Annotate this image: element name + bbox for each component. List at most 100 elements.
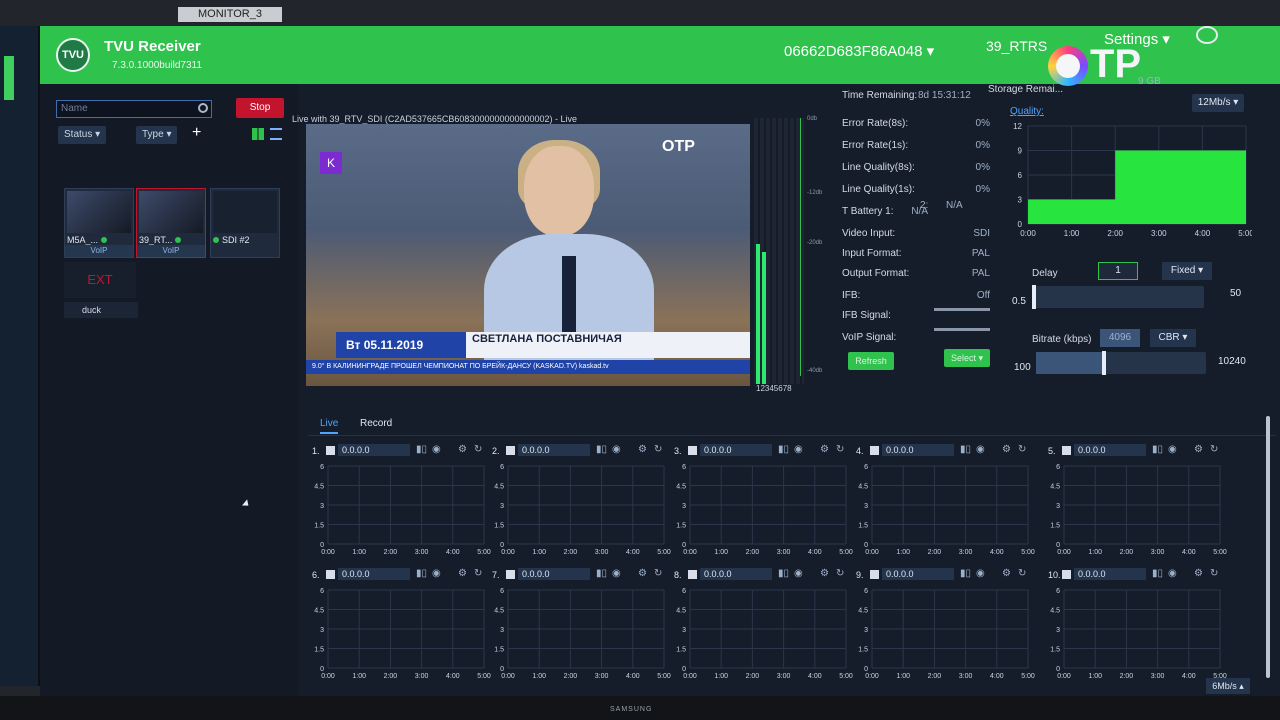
gear-icon[interactable]: ⚙	[1194, 444, 1203, 455]
channel-ip-input[interactable]: 0.0.0.0	[882, 568, 954, 580]
channel-checkbox[interactable]	[326, 570, 335, 579]
refresh-button[interactable]: Refresh	[848, 352, 894, 370]
quality-label[interactable]: Quality:	[1010, 106, 1044, 117]
tv-brand: SAMSUNG	[610, 706, 653, 713]
gear-icon[interactable]: ⚙	[1002, 444, 1011, 455]
channel-ip-input[interactable]: 0.0.0.0	[518, 568, 590, 580]
source-tile[interactable]: M5A_... VoIP	[64, 188, 134, 258]
refresh-icon[interactable]: ↻	[474, 568, 482, 579]
gear-icon[interactable]: ⚙	[458, 444, 467, 455]
channel-header: 4. 0.0.0.0 ▮▯ ◉ ⚙ ↻	[856, 444, 1036, 458]
y-tick-label: 1.5	[1050, 647, 1060, 654]
bitrate-label: Bitrate (kbps)	[1032, 334, 1092, 345]
device-name[interactable]: 39_RTRS	[986, 38, 1047, 54]
badge-icon[interactable]: ◉	[794, 568, 803, 579]
bitrate-slider[interactable]	[1036, 351, 1206, 375]
channel-ip-input[interactable]: 0.0.0.0	[338, 568, 410, 580]
gear-icon[interactable]: ⚙	[1194, 568, 1203, 579]
x-tick-label: 3:00	[1151, 229, 1167, 238]
search-input[interactable]: Name	[56, 100, 212, 118]
grid-view-icon[interactable]	[252, 128, 264, 140]
channel-checkbox[interactable]	[326, 446, 335, 455]
badge-icon[interactable]: ◉	[1168, 444, 1177, 455]
badge-icon[interactable]: ◉	[432, 568, 441, 579]
refresh-icon[interactable]: ↻	[836, 568, 844, 579]
x-tick-label: 4:00	[990, 673, 1004, 680]
add-icon[interactable]: +	[192, 124, 201, 142]
bitrate-mode-dropdown[interactable]: CBR ▾	[1150, 329, 1196, 347]
rate-bottom-dropdown[interactable]: 6Mb/s ▴	[1206, 678, 1250, 694]
channel-checkbox[interactable]	[1062, 570, 1071, 579]
channel-checkbox[interactable]	[506, 446, 515, 455]
refresh-icon[interactable]: ↻	[1210, 568, 1218, 579]
device-id-dropdown[interactable]: 06662D683F86A048 ▾	[784, 42, 934, 60]
delay-input[interactable]: 1	[1098, 262, 1138, 280]
channel-ip-input[interactable]: 0.0.0.0	[1074, 568, 1146, 580]
channel-ip-input[interactable]: 0.0.0.0	[338, 444, 410, 456]
channel-ip-input[interactable]: 0.0.0.0	[700, 568, 772, 580]
signal-icon: ▮▯	[778, 444, 790, 455]
x-tick-label: 2:00	[1120, 673, 1134, 680]
delay-slider-handle[interactable]	[1032, 285, 1036, 309]
bitrate-input[interactable]: 4096	[1100, 329, 1140, 347]
y-tick-label: 0	[320, 666, 324, 673]
channel-checkbox[interactable]	[688, 570, 697, 579]
list-view-icon[interactable]	[270, 128, 282, 140]
badge-icon[interactable]: ◉	[612, 444, 621, 455]
avatar[interactable]	[1196, 26, 1218, 44]
gear-icon[interactable]: ⚙	[820, 444, 829, 455]
stop-button[interactable]: Stop	[236, 98, 284, 118]
x-tick-label: 2:00	[1107, 229, 1123, 238]
gear-icon[interactable]: ⚙	[638, 444, 647, 455]
badge-icon[interactable]: ◉	[432, 444, 441, 455]
refresh-icon[interactable]: ↻	[474, 444, 482, 455]
channel-checkbox[interactable]	[506, 570, 515, 579]
y-tick-label: 0	[1018, 220, 1023, 229]
channel-checkbox[interactable]	[870, 570, 879, 579]
gear-icon[interactable]: ⚙	[1002, 568, 1011, 579]
source-tile[interactable]: SDI #2	[210, 188, 280, 258]
channel-ip-input[interactable]: 0.0.0.0	[700, 444, 772, 456]
channel-checkbox[interactable]	[870, 446, 879, 455]
refresh-icon[interactable]: ↻	[1018, 568, 1026, 579]
gear-icon[interactable]: ⚙	[820, 568, 829, 579]
gear-icon[interactable]: ⚙	[638, 568, 647, 579]
channel-header: 2. 0.0.0.0 ▮▯ ◉ ⚙ ↻	[492, 444, 672, 458]
duck-source[interactable]: duck	[64, 302, 138, 318]
source-tile-active[interactable]: 39_RT... VoIP	[136, 188, 206, 258]
x-tick-label: 0:00	[501, 549, 515, 556]
delay-slider[interactable]	[1032, 285, 1204, 309]
scrollbar[interactable]	[1266, 416, 1270, 678]
badge-icon[interactable]: ◉	[976, 444, 985, 455]
stat-value: 0%	[975, 118, 990, 129]
rate-dropdown[interactable]: 12Mb/s ▾	[1192, 94, 1244, 112]
bitrate-slider-handle[interactable]	[1102, 351, 1106, 375]
channel-ip-input[interactable]: 0.0.0.0	[518, 444, 590, 456]
badge-icon[interactable]: ◉	[976, 568, 985, 579]
gear-icon[interactable]: ⚙	[458, 568, 467, 579]
channel-checkbox[interactable]	[688, 446, 697, 455]
channel-ip-input[interactable]: 0.0.0.0	[1074, 444, 1146, 456]
ext-source[interactable]: EXT	[64, 262, 136, 298]
status-filter[interactable]: Status ▾	[58, 126, 107, 144]
channel-ip-input[interactable]: 0.0.0.0	[882, 444, 954, 456]
badge-icon[interactable]: ◉	[794, 444, 803, 455]
x-tick-label: 2:00	[1120, 549, 1134, 556]
search-icon[interactable]	[198, 103, 208, 113]
x-tick-label: 3:00	[415, 549, 429, 556]
select-button[interactable]: Select ▾	[944, 349, 990, 367]
y-tick-label: 0	[1056, 542, 1060, 549]
type-filter[interactable]: Type ▾	[136, 126, 178, 144]
refresh-icon[interactable]: ↻	[836, 444, 844, 455]
tab-live[interactable]: Live	[320, 418, 339, 434]
badge-icon[interactable]: ◉	[612, 568, 621, 579]
refresh-icon[interactable]: ↻	[1018, 444, 1026, 455]
refresh-icon[interactable]: ↻	[654, 568, 662, 579]
badge-icon[interactable]: ◉	[1168, 568, 1177, 579]
refresh-icon[interactable]: ↻	[654, 444, 662, 455]
delay-mode-dropdown[interactable]: Fixed ▾	[1162, 262, 1212, 280]
tvu-screen: TVU TVU Receiver 7.3.0.1000build7311 066…	[40, 26, 1280, 696]
channel-checkbox[interactable]	[1062, 446, 1071, 455]
refresh-icon[interactable]: ↻	[1210, 444, 1218, 455]
tab-record[interactable]: Record	[360, 418, 392, 429]
